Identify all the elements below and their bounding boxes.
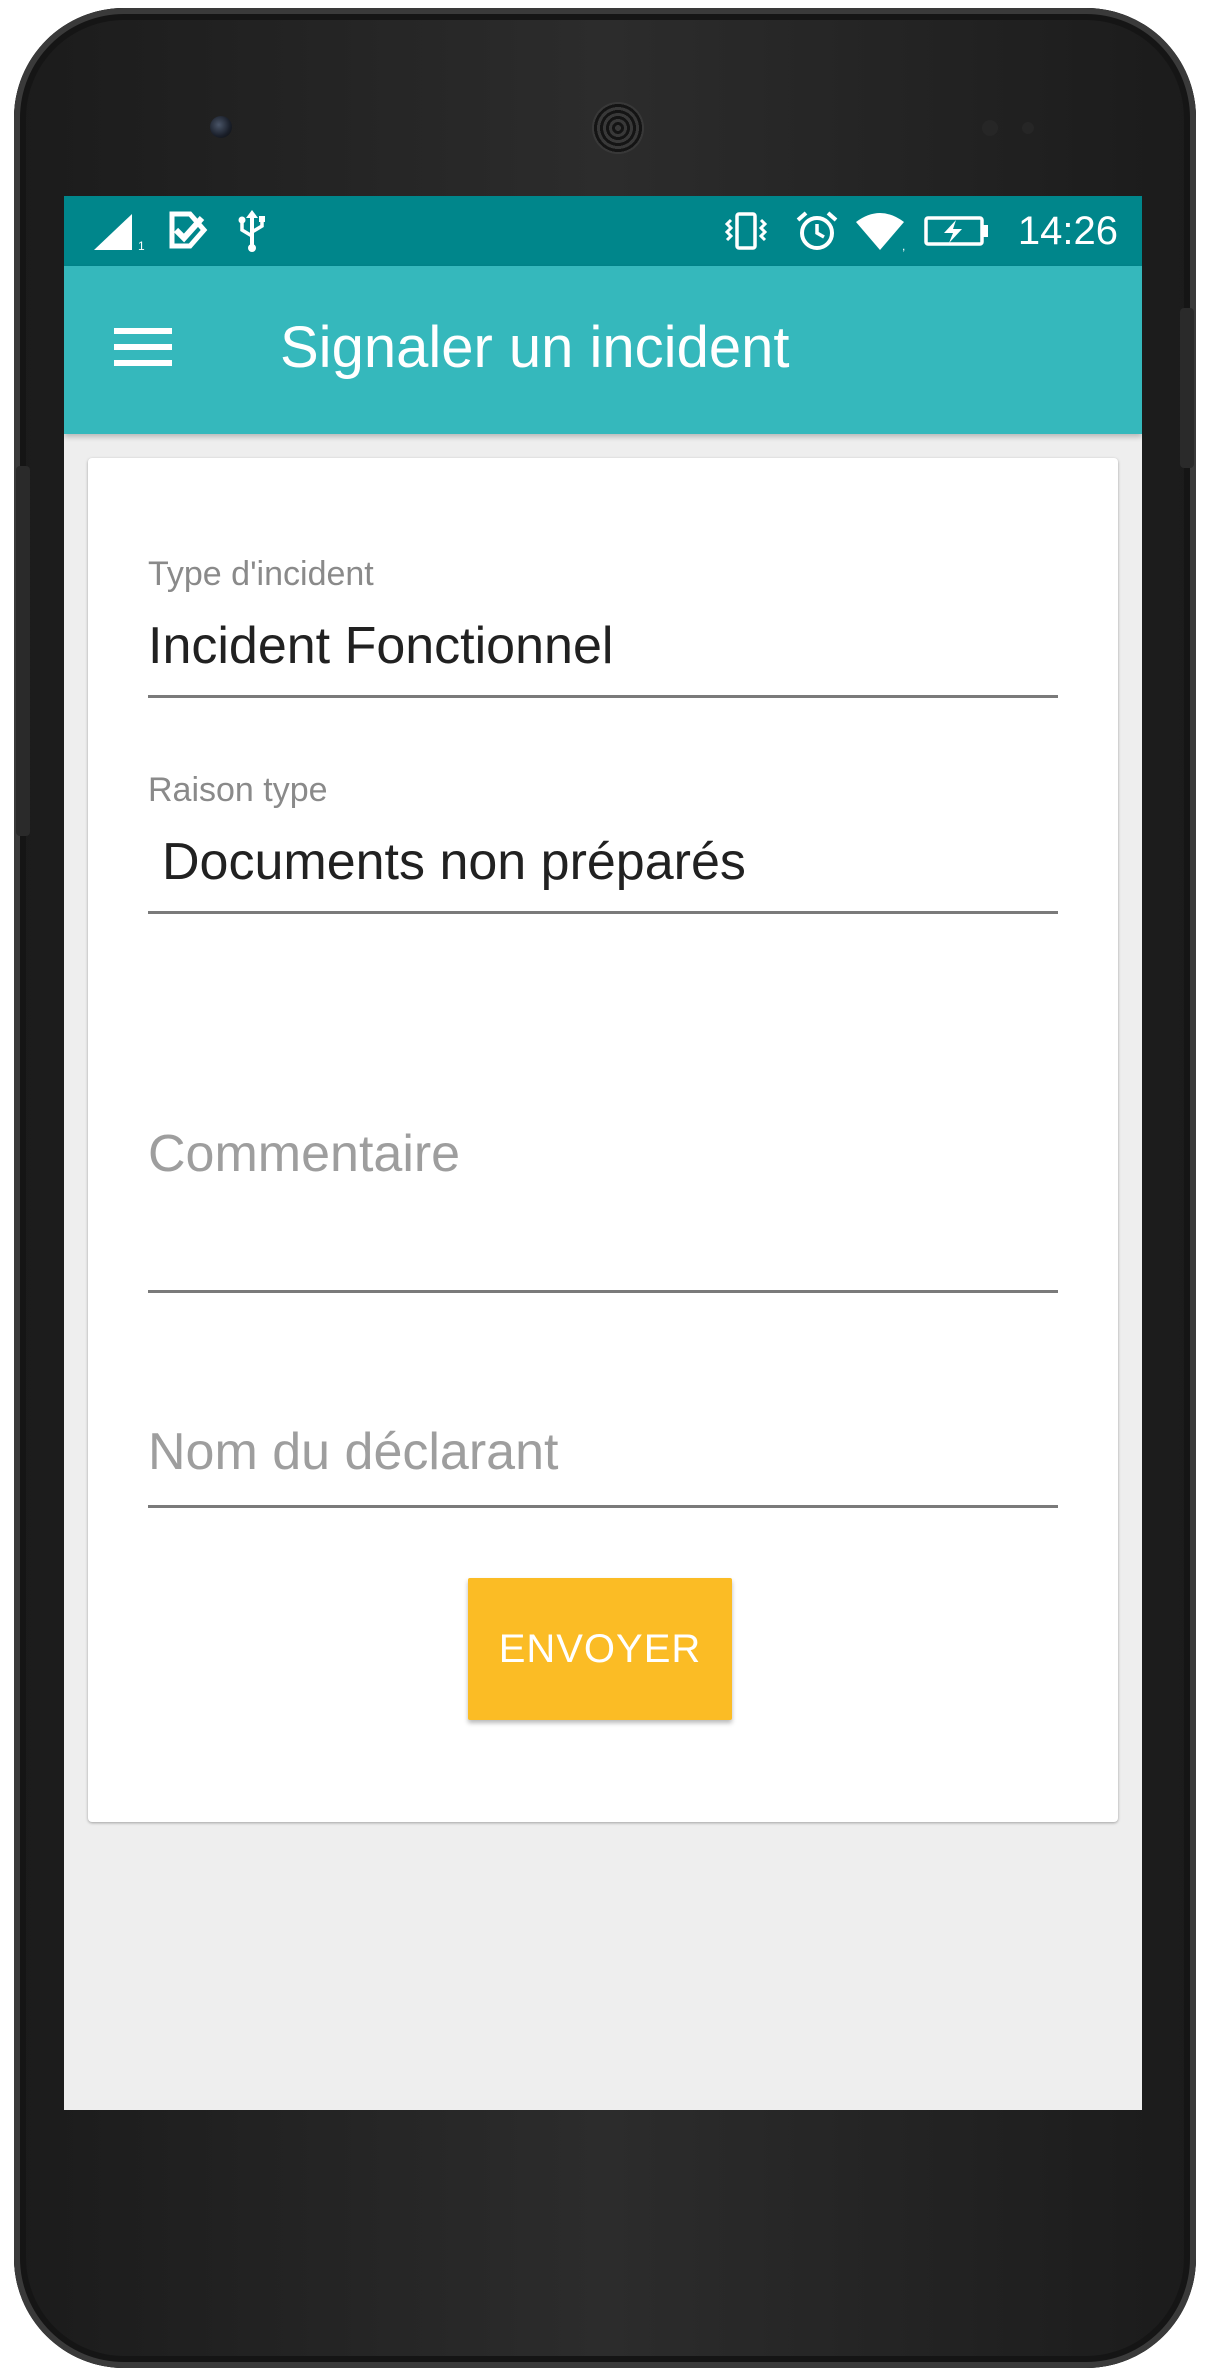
comment-underline xyxy=(148,1290,1058,1293)
volume-button xyxy=(16,466,30,836)
app-screen: 1 , 14:26 Signaler un incident Type d'in… xyxy=(64,196,1142,2110)
status-time: 14:26 xyxy=(1017,209,1118,253)
incident-type-underline xyxy=(148,695,1058,698)
battery-charging-icon xyxy=(924,216,988,246)
svg-text:1: 1 xyxy=(138,239,145,252)
incident-form-card: Type d'incident Incident Fonctionnel Rai… xyxy=(88,458,1118,1822)
app-bar: Signaler un incident xyxy=(64,266,1142,434)
signal-icon: 1 xyxy=(94,214,145,252)
power-button xyxy=(1180,308,1194,468)
check-notification-icon xyxy=(169,211,208,249)
vibrate-icon xyxy=(724,212,768,250)
page-title: Signaler un incident xyxy=(280,315,790,380)
comment-placeholder: Commentaire xyxy=(148,1125,461,1183)
alarm-icon xyxy=(796,211,838,250)
declarant-name-placeholder: Nom du déclarant xyxy=(148,1423,559,1481)
earpiece-speaker xyxy=(592,102,644,154)
proximity-sensor xyxy=(982,120,998,136)
usb-icon xyxy=(238,210,265,252)
send-button[interactable]: ENVOYER xyxy=(468,1578,732,1720)
status-bar: 1 , 14:26 xyxy=(64,196,1142,266)
light-sensor xyxy=(1022,122,1034,134)
incident-type-label: Type d'incident xyxy=(148,555,374,593)
reason-type-underline xyxy=(148,911,1058,914)
hamburger-menu-icon[interactable] xyxy=(114,324,174,370)
declarant-name-underline xyxy=(148,1505,1058,1508)
incident-type-value: Incident Fonctionnel xyxy=(148,617,614,675)
reason-type-value: Documents non préparés xyxy=(162,833,746,891)
svg-text:,: , xyxy=(902,239,905,252)
front-camera xyxy=(210,116,232,138)
reason-type-label: Raison type xyxy=(148,771,328,809)
wifi-icon: , xyxy=(856,213,905,252)
